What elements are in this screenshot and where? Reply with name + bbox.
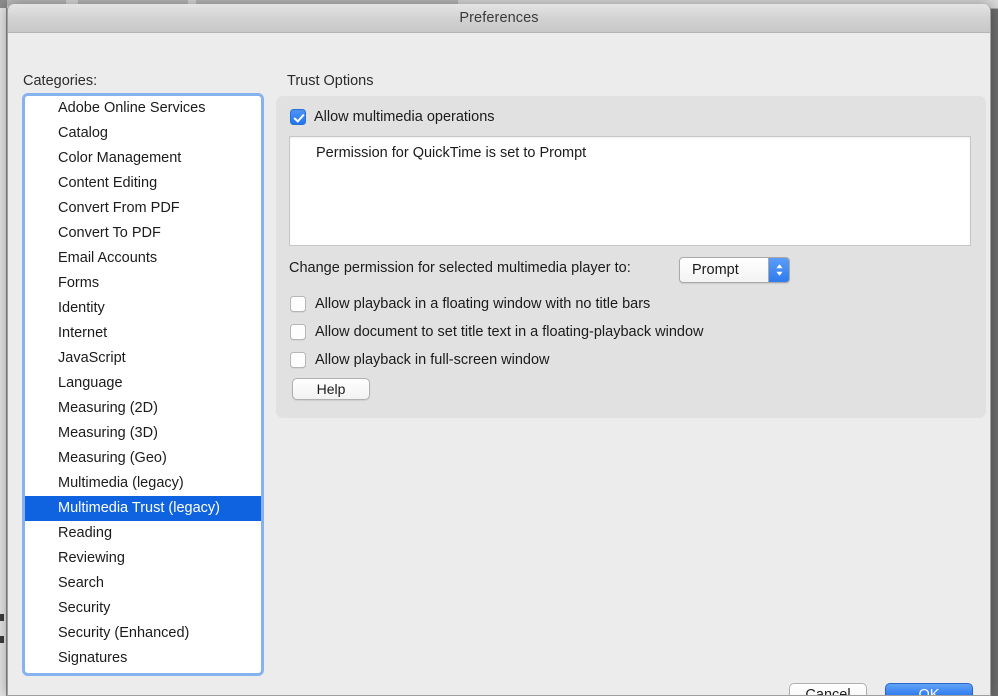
dialog-titlebar[interactable]: Preferences — [8, 4, 990, 33]
sidebar-item[interactable]: Search — [25, 571, 261, 596]
sidebar-item[interactable]: Email Accounts — [25, 246, 261, 271]
sidebar-item[interactable]: Reading — [25, 521, 261, 546]
option-row-floating-window[interactable]: Allow playback in a floating window with… — [290, 296, 650, 312]
sidebar-item[interactable]: Catalog — [25, 121, 261, 146]
help-button[interactable]: Help — [292, 378, 370, 400]
permission-listbox[interactable]: Permission for QuickTime is set to Promp… — [289, 136, 971, 246]
background-window-notch-1 — [0, 614, 4, 621]
sidebar-item[interactable]: Security — [25, 596, 261, 621]
preferences-dialog: Preferences Categories: Adobe Online Ser… — [7, 4, 991, 696]
sidebar-item[interactable]: Measuring (2D) — [25, 396, 261, 421]
change-permission-row: Change permission for selected multimedi… — [289, 257, 973, 283]
background-window-left-fill — [0, 8, 6, 696]
permission-list-item[interactable]: Permission for QuickTime is set to Promp… — [290, 137, 970, 161]
option-checkbox-title-text[interactable] — [290, 324, 306, 340]
change-permission-value: Prompt — [692, 262, 739, 278]
sidebar-item[interactable]: Reviewing — [25, 546, 261, 571]
trust-options-group: Allow multimedia operations Permission f… — [276, 96, 986, 418]
option-label-title-text: Allow document to set title text in a fl… — [315, 324, 704, 340]
sidebar-item[interactable]: Multimedia (legacy) — [25, 471, 261, 496]
categories-list[interactable]: Adobe Online Services Catalog Color Manage… — [25, 96, 261, 673]
background-window-notch-2 — [0, 636, 4, 643]
option-row-title-text[interactable]: Allow document to set title text in a fl… — [290, 324, 703, 340]
option-label-full-screen: Allow playback in full-screen window — [315, 352, 550, 368]
dialog-body: Categories: Adobe Online Services Catalog… — [8, 33, 990, 695]
sidebar-item[interactable]: Language — [25, 371, 261, 396]
background-window-left-edge — [0, 0, 7, 696]
option-label-floating-window: Allow playback in a floating window with… — [315, 296, 651, 312]
option-checkbox-full-screen[interactable] — [290, 352, 306, 368]
sidebar-item[interactable]: Convert To PDF — [25, 221, 261, 246]
categories-label: Categories: — [23, 73, 98, 89]
sidebar-item[interactable]: Forms — [25, 271, 261, 296]
sidebar-item[interactable]: Multimedia Trust (legacy) — [25, 496, 261, 521]
sidebar-item[interactable]: Internet — [25, 321, 261, 346]
sidebar-item[interactable]: Content Editing — [25, 171, 261, 196]
option-checkbox-floating-window[interactable] — [290, 296, 306, 312]
chevron-up-down-icon — [768, 258, 789, 282]
sidebar-item[interactable]: Measuring (Geo) — [25, 446, 261, 471]
change-permission-dropdown[interactable]: Prompt — [679, 257, 790, 283]
option-row-full-screen[interactable]: Allow playback in full-screen window — [290, 352, 550, 368]
sidebar-item[interactable]: Color Management — [25, 146, 261, 171]
trust-options-label: Trust Options — [287, 73, 374, 89]
cancel-button[interactable]: Cancel — [789, 683, 867, 695]
sidebar-item[interactable]: Measuring (3D) — [25, 421, 261, 446]
categories-listbox[interactable]: Adobe Online Services Catalog Color Manage… — [22, 93, 264, 676]
ok-button[interactable]: OK — [885, 683, 973, 695]
sidebar-item[interactable]: Security (Enhanced) — [25, 621, 261, 646]
sidebar-item[interactable]: JavaScript — [25, 346, 261, 371]
allow-multimedia-checkbox[interactable] — [290, 109, 306, 125]
dialog-title: Preferences — [459, 10, 539, 26]
sidebar-item[interactable]: Convert From PDF — [25, 196, 261, 221]
change-permission-label: Change permission for selected multimedi… — [289, 260, 631, 276]
allow-multimedia-label: Allow multimedia operations — [314, 109, 495, 125]
allow-multimedia-row[interactable]: Allow multimedia operations — [290, 109, 495, 125]
sidebar-item[interactable]: Adobe Online Services — [25, 96, 261, 121]
sidebar-item[interactable]: Identity — [25, 296, 261, 321]
sidebar-item[interactable]: Signatures — [25, 646, 261, 671]
